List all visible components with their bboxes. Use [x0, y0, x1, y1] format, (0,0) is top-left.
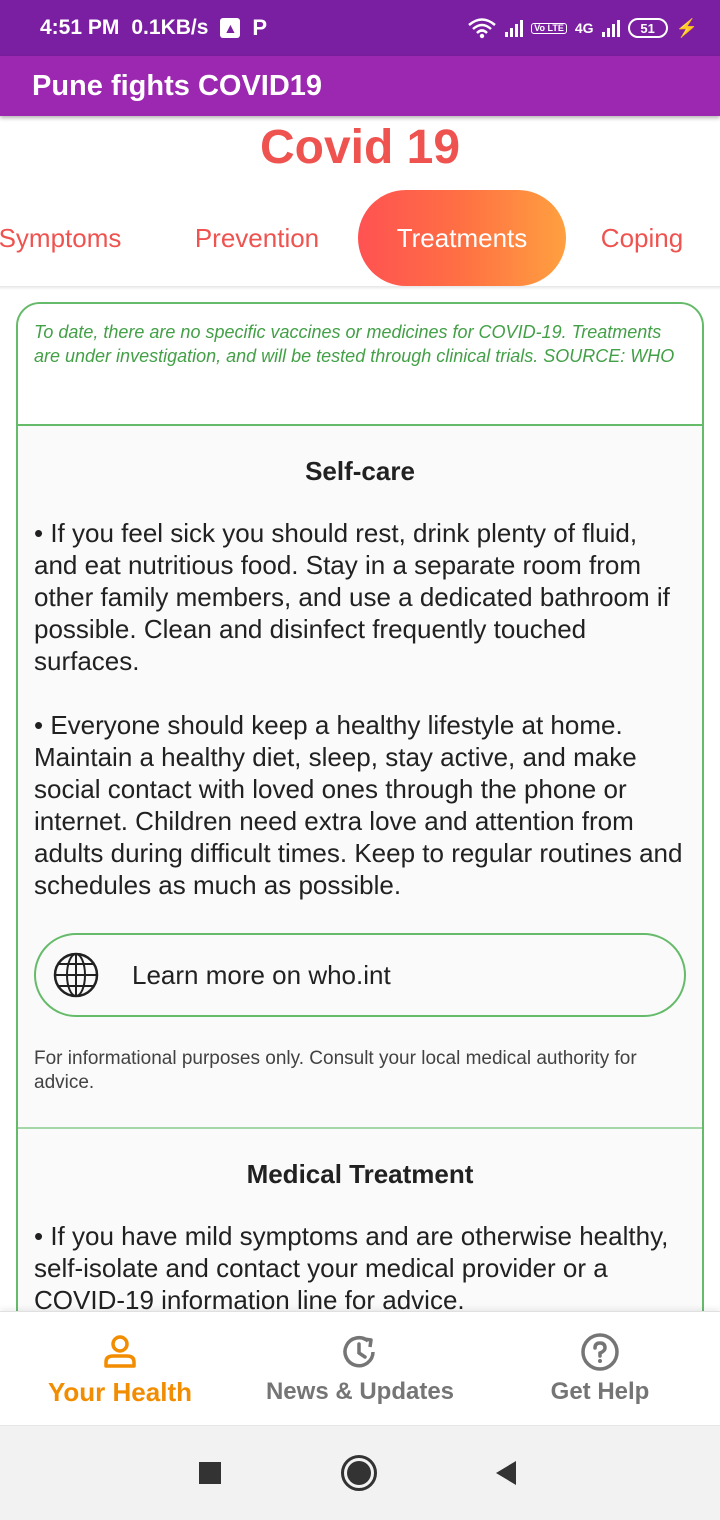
self-care-title: Self-care [305, 456, 415, 486]
network-type-label: 4G [574, 20, 594, 36]
who-note: To date, there are no specific vaccines … [18, 304, 702, 426]
recents-button[interactable] [199, 1462, 221, 1484]
learn-more-button[interactable]: Learn more on who.int [34, 933, 686, 1017]
disclaimer-text: For informational purposes only. Consult… [34, 1048, 637, 1093]
signal-bars-2-icon [601, 19, 620, 37]
app-title: Pune fights COVID19 [32, 69, 323, 102]
tab-symptoms[interactable]: Symptoms [0, 190, 140, 286]
tab-treatments[interactable]: Treatments [358, 190, 566, 286]
self-care-bullet-1: • If you feel sick you should rest, drin… [34, 518, 670, 676]
tab-coping[interactable]: Coping [584, 190, 700, 286]
signal-bars-icon [505, 19, 524, 37]
medical-treatment-title: Medical Treatment [246, 1159, 474, 1189]
app-bar: Pune fights COVID19 [0, 56, 720, 116]
back-button[interactable] [494, 1460, 518, 1486]
nav-news-updates[interactable]: News & Updates [240, 1312, 480, 1426]
tab-prevention[interactable]: Prevention [176, 190, 338, 286]
volte-icon: Vo LTE [531, 22, 567, 34]
self-care-bullet-2: • Everyone should keep a healthy lifesty… [34, 710, 683, 900]
treatments-card[interactable]: To date, there are no specific vaccines … [16, 302, 704, 1402]
nav-your-health[interactable]: Your Health [0, 1312, 240, 1426]
home-dot-icon [347, 1461, 371, 1485]
nav-your-health-label: Your Health [48, 1376, 192, 1407]
status-speed: 0.1KB/s [131, 16, 209, 39]
learn-more-label: Learn more on who.int [132, 959, 391, 990]
tab-bar-shadow [0, 286, 720, 290]
nav-news-updates-label: News & Updates [265, 1378, 455, 1405]
system-navigation-bar [0, 1425, 720, 1520]
globe-icon [53, 952, 99, 998]
person-icon [104, 1334, 136, 1368]
page-title: Covid 19 [259, 121, 461, 174]
p-app-icon: P [252, 15, 268, 40]
help-circle-icon [581, 1333, 619, 1371]
home-button[interactable] [341, 1455, 377, 1491]
battery-icon: 51 [627, 18, 668, 38]
history-icon [343, 1335, 375, 1368]
wifi-icon [468, 18, 497, 39]
charging-bolt-icon: ⚡ [675, 17, 698, 38]
medical-treatment-bullet-1: • If you have mild symptoms and are othe… [34, 1221, 669, 1315]
nav-get-help[interactable]: Get Help [480, 1312, 720, 1426]
upload-arrow-icon: ▲ [220, 18, 241, 38]
tab-bar: Symptoms Prevention Treatments Coping [0, 190, 720, 286]
nav-get-help-label: Get Help [550, 1378, 650, 1405]
status-bar: 4:51 PM 0.1KB/s ▲ P Vo LTE 4G 51 ⚡ [0, 0, 720, 56]
bottom-navigation: Your Health News & Updates Get Help [0, 1311, 720, 1425]
status-time: 4:51 PM [40, 16, 120, 39]
